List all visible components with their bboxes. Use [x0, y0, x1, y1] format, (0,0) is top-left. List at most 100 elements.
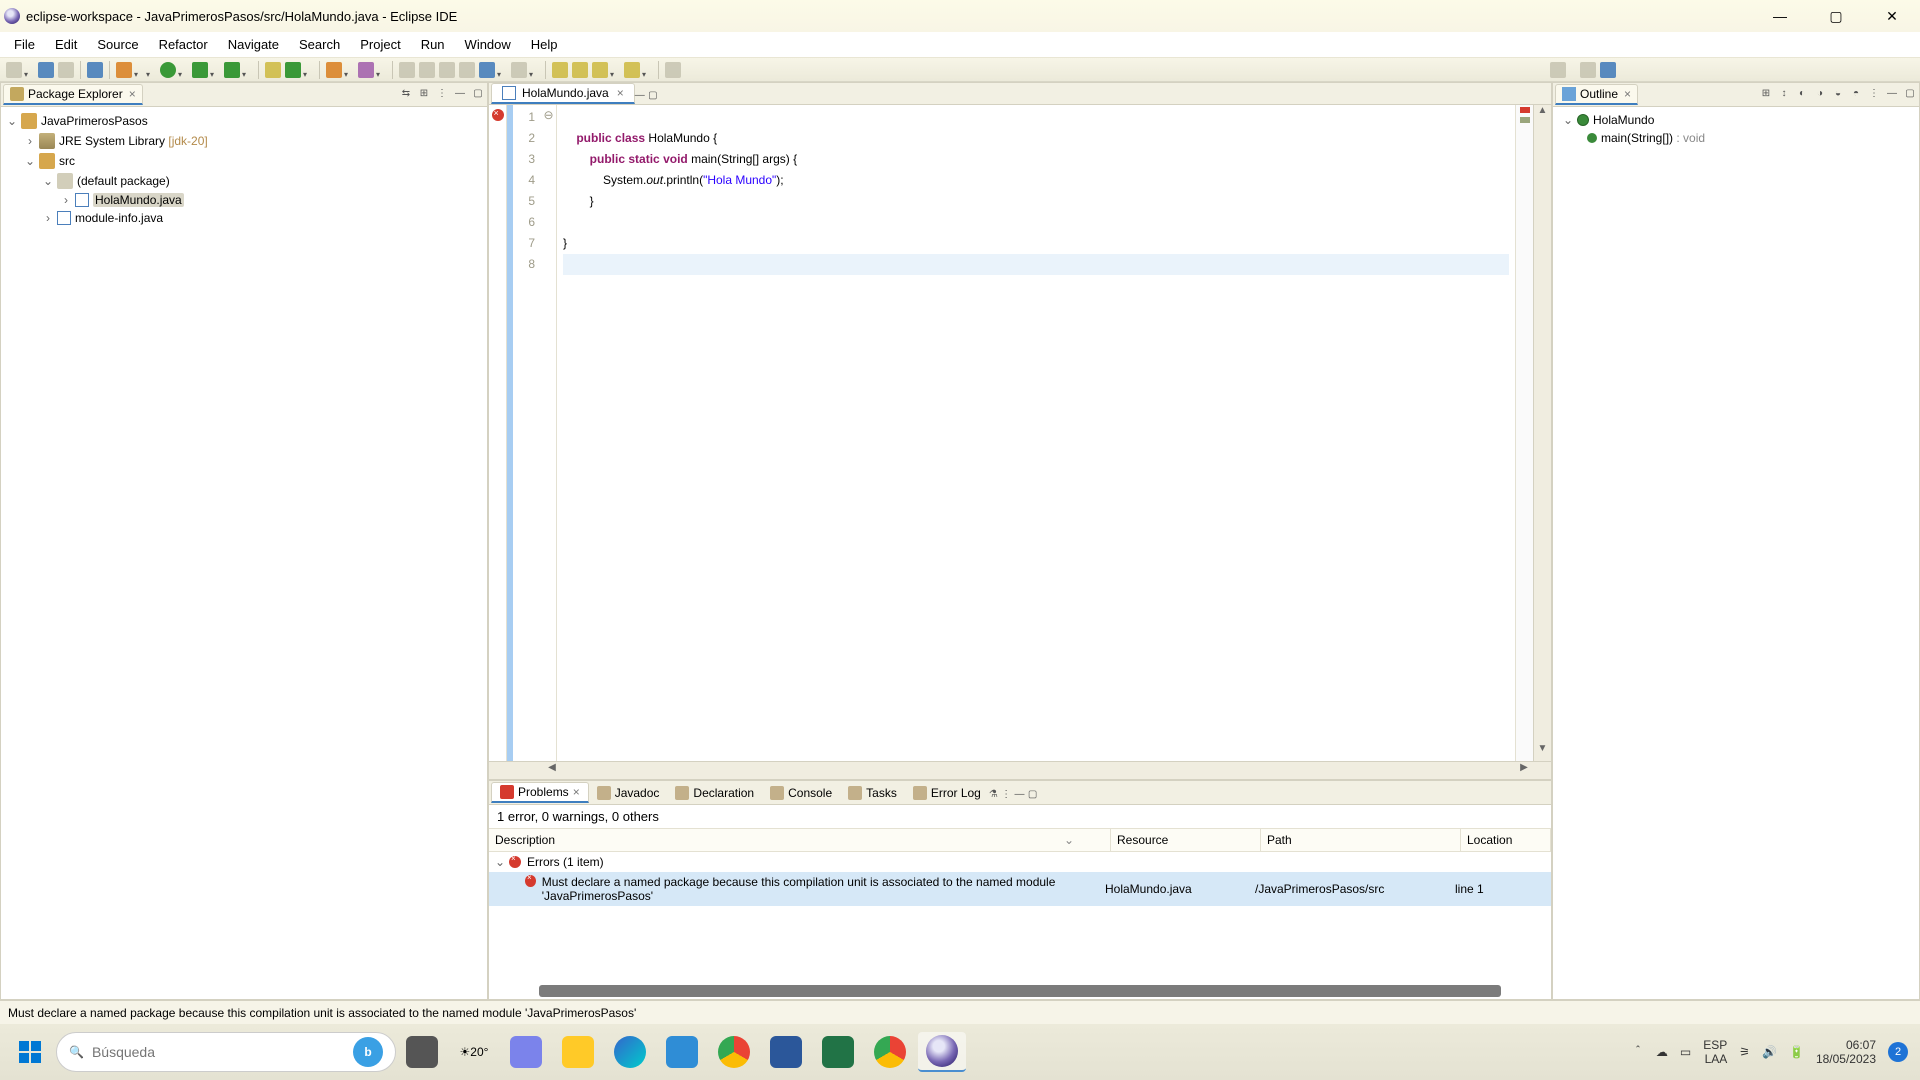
- src-label[interactable]: src: [59, 154, 75, 168]
- menu-project[interactable]: Project: [350, 34, 410, 55]
- language-indicator[interactable]: ESPLAA: [1703, 1038, 1727, 1066]
- tab-declaration[interactable]: Declaration: [667, 784, 762, 802]
- hide-fields-icon[interactable]: ◐: [1795, 88, 1809, 102]
- run-icon[interactable]: [160, 62, 176, 78]
- outline-tab[interactable]: Outline ×: [1555, 84, 1638, 105]
- horizontal-scrollbar[interactable]: ◀▶: [489, 761, 1551, 779]
- col-path[interactable]: Path: [1261, 829, 1461, 851]
- new-class-icon[interactable]: [285, 62, 301, 78]
- close-icon[interactable]: ×: [1624, 87, 1631, 101]
- outline-method[interactable]: main(String[]): [1601, 131, 1673, 145]
- chrome2-button[interactable]: [866, 1032, 914, 1072]
- nav-back-dropdown[interactable]: [642, 66, 650, 74]
- bing-icon[interactable]: b: [353, 1037, 383, 1067]
- error-marker-icon[interactable]: [492, 109, 504, 121]
- problem-row[interactable]: Must declare a named package because thi…: [489, 872, 1551, 906]
- minimize-view-icon[interactable]: —: [453, 88, 467, 102]
- close-icon[interactable]: ×: [129, 87, 136, 101]
- pin-icon[interactable]: [665, 62, 681, 78]
- hide-local-icon[interactable]: ◓: [1849, 88, 1863, 102]
- col-description[interactable]: Description⌄: [489, 829, 1111, 851]
- save-icon[interactable]: [38, 62, 54, 78]
- file-holamundo[interactable]: HolaMundo.java: [93, 193, 184, 207]
- overview-ruler[interactable]: [1515, 105, 1533, 761]
- jre-label[interactable]: JRE System Library: [59, 134, 165, 148]
- search-input[interactable]: [92, 1044, 353, 1060]
- menu-edit[interactable]: Edit: [45, 34, 87, 55]
- maximize-view-icon[interactable]: ▢: [648, 90, 657, 101]
- chat-button[interactable]: [502, 1032, 550, 1072]
- sort-icon[interactable]: [479, 62, 495, 78]
- menu-search[interactable]: Search: [289, 34, 350, 55]
- tab-problems[interactable]: Problems×: [491, 782, 589, 803]
- editor-tab[interactable]: HolaMundo.java ×: [491, 83, 635, 104]
- hide-static-icon[interactable]: ◑: [1813, 88, 1827, 102]
- eclipse-button[interactable]: [918, 1032, 966, 1072]
- project-name[interactable]: JavaPrimerosPasos: [41, 114, 148, 128]
- tab-javadoc[interactable]: Javadoc: [589, 784, 668, 802]
- store-button[interactable]: [658, 1032, 706, 1072]
- tab-console[interactable]: Console: [762, 784, 840, 802]
- coverage-icon[interactable]: [192, 62, 208, 78]
- view-menu-icon[interactable]: ⋮: [1001, 789, 1011, 800]
- code-area[interactable]: public class HolaMundo { public static v…: [557, 105, 1515, 761]
- sort-icon[interactable]: ↕: [1777, 88, 1791, 102]
- new-package-icon[interactable]: [265, 62, 281, 78]
- minimize-button[interactable]: —: [1764, 8, 1796, 25]
- open-task-dropdown[interactable]: [344, 66, 352, 74]
- notification-badge[interactable]: 2: [1888, 1042, 1908, 1062]
- col-location[interactable]: Location: [1461, 829, 1551, 851]
- nav-dropdown[interactable]: [610, 66, 618, 74]
- package-tree[interactable]: ⌄JavaPrimerosPasos ›JRE System Library […: [1, 107, 487, 231]
- close-icon[interactable]: ×: [573, 785, 580, 799]
- chrome-button[interactable]: [710, 1032, 758, 1072]
- tray-chevron-icon[interactable]: ＾: [1632, 1044, 1644, 1061]
- new-dropdown[interactable]: [24, 66, 32, 74]
- menu-help[interactable]: Help: [521, 34, 568, 55]
- open-perspective-icon[interactable]: [1580, 62, 1596, 78]
- focus-icon[interactable]: ⊞: [1759, 88, 1773, 102]
- problems-table[interactable]: Description⌄ Resource Path Location ⌄Err…: [489, 828, 1551, 999]
- menu-source[interactable]: Source: [87, 34, 148, 55]
- save-all-icon[interactable]: [58, 62, 74, 78]
- code-editor[interactable]: 12345678 ⊖ public class HolaMundo { publ…: [489, 105, 1551, 761]
- toggle-mark-icon[interactable]: [399, 62, 415, 78]
- annotation-marker[interactable]: [1520, 117, 1530, 123]
- battery-icon[interactable]: 🔋: [1789, 1045, 1804, 1059]
- tab-tasks[interactable]: Tasks: [840, 784, 905, 802]
- run-last-dropdown[interactable]: [242, 66, 250, 74]
- show-whitespace-icon[interactable]: [439, 62, 455, 78]
- run-last-icon[interactable]: [224, 62, 240, 78]
- new-icon[interactable]: [6, 62, 22, 78]
- maximize-view-icon[interactable]: ▢: [1903, 88, 1917, 102]
- view-menu-icon[interactable]: ⋮: [435, 88, 449, 102]
- taskbar-search[interactable]: 🔍 b: [56, 1032, 396, 1072]
- clock[interactable]: 06:0718/05/2023: [1816, 1038, 1876, 1066]
- tab-errorlog[interactable]: Error Log: [905, 784, 989, 802]
- nav-back-icon[interactable]: [624, 62, 640, 78]
- search-icon[interactable]: [358, 62, 374, 78]
- edge-button[interactable]: [606, 1032, 654, 1072]
- onedrive-icon[interactable]: ☁: [1656, 1045, 1668, 1059]
- maximize-button[interactable]: ▢: [1820, 8, 1852, 25]
- package-explorer-tab[interactable]: Package Explorer ×: [3, 84, 143, 105]
- debug-dropdown[interactable]: [134, 66, 142, 74]
- vertical-scrollbar[interactable]: ▲▼: [1533, 105, 1551, 761]
- forward-icon[interactable]: [572, 62, 588, 78]
- run-dropdown[interactable]: [178, 66, 186, 74]
- toggle-block-icon[interactable]: [419, 62, 435, 78]
- next-annotation-dropdown[interactable]: [529, 66, 537, 74]
- taskview-button[interactable]: [398, 1032, 446, 1072]
- open-type-icon[interactable]: [87, 62, 103, 78]
- link-editor-icon[interactable]: ⊞: [417, 88, 431, 102]
- menu-navigate[interactable]: Navigate: [218, 34, 289, 55]
- last-edit-icon[interactable]: [592, 62, 608, 78]
- error-overview-marker[interactable]: [1520, 107, 1530, 113]
- debug-dropdown2[interactable]: [146, 66, 154, 74]
- volume-icon[interactable]: 🔊: [1762, 1045, 1777, 1059]
- next-annotation-icon[interactable]: [511, 62, 527, 78]
- minimize-view-icon[interactable]: —: [1015, 789, 1025, 800]
- error-group-row[interactable]: ⌄Errors (1 item): [489, 852, 1551, 872]
- pi-icon[interactable]: [459, 62, 475, 78]
- quick-access-icon[interactable]: [1550, 62, 1566, 78]
